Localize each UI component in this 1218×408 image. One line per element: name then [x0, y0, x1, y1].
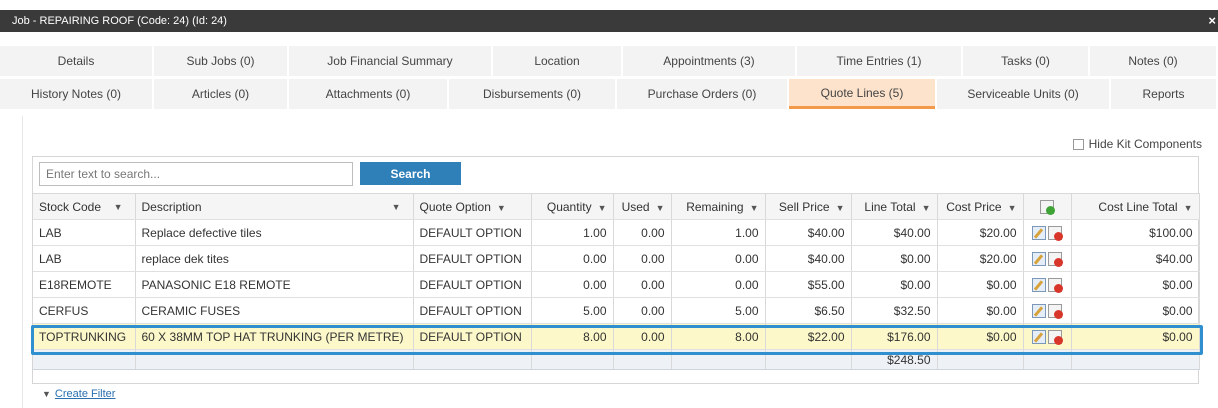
table-row[interactable]: CERFUS CERAMIC FUSES DEFAULT OPTION 5.00…	[33, 297, 1200, 324]
delete-icon[interactable]	[1048, 225, 1063, 241]
window-titlebar: Job - REPAIRING ROOF (Code: 24) (Id: 24)…	[0, 10, 1218, 32]
col-used[interactable]: Used ▼	[613, 193, 672, 220]
tab-notes[interactable]: Notes (0)	[1090, 46, 1216, 76]
filter-icon[interactable]: ▼	[1008, 203, 1017, 213]
delete-icon[interactable]	[1048, 329, 1063, 345]
table-header-row: Stock Code ▼ Description ▼ Quote Option ▼ Q…	[33, 193, 1200, 220]
tab-appointments[interactable]: Appointments (3)	[623, 46, 795, 76]
filter-icon[interactable]: ▼	[392, 202, 401, 212]
totals-row: $248.50	[33, 349, 1200, 370]
col-quote-option[interactable]: Quote Option ▼	[413, 193, 532, 220]
tab-job-financial-summary[interactable]: Job Financial Summary	[289, 46, 491, 76]
table-row[interactable]: LAB Replace defective tiles DEFAULT OPTI…	[33, 219, 1200, 246]
edit-icon[interactable]	[1032, 303, 1046, 318]
filter-icon[interactable]: ▼	[598, 203, 607, 213]
search-button[interactable]: Search	[360, 162, 461, 185]
row-actions	[1023, 271, 1072, 298]
hide-kit-checkbox[interactable]	[1072, 138, 1084, 150]
edit-icon[interactable]	[1032, 225, 1046, 240]
table-row[interactable]: LAB replace dek tites DEFAULT OPTION 0.0…	[33, 245, 1200, 272]
col-actions	[1023, 193, 1072, 220]
edit-icon[interactable]	[1032, 329, 1046, 344]
tab-quote-lines[interactable]: Quote Lines (5)	[789, 79, 935, 109]
row-actions	[1023, 245, 1072, 272]
filter-icon[interactable]: ▼	[114, 202, 123, 212]
row-actions	[1023, 323, 1072, 350]
tab-tasks[interactable]: Tasks (0)	[963, 46, 1088, 76]
hide-kit-components[interactable]: Hide Kit Components	[1072, 137, 1202, 151]
tab-disbursements[interactable]: Disbursements (0)	[449, 79, 615, 109]
col-cost-line-total[interactable]: Cost Line Total ▼	[1071, 193, 1200, 220]
col-quantity[interactable]: Quantity ▼	[531, 193, 614, 220]
table-row-selected[interactable]: TOPTRUNKING 60 X 38MM TOP HAT TRUNKING (…	[33, 323, 1200, 350]
quote-lines-table: Stock Code ▼ Description ▼ Quote Option ▼ Q…	[33, 193, 1200, 370]
col-cost-price[interactable]: Cost Price ▼	[937, 193, 1024, 220]
tab-history-notes[interactable]: History Notes (0)	[0, 79, 152, 109]
tab-details[interactable]: Details	[0, 46, 152, 76]
delete-icon[interactable]	[1048, 303, 1063, 319]
filter-icon[interactable]: ▼	[750, 203, 759, 213]
row-actions	[1023, 297, 1072, 324]
edit-icon[interactable]	[1032, 277, 1046, 292]
delete-icon[interactable]	[1048, 277, 1063, 293]
search-input[interactable]	[39, 162, 353, 186]
row-actions	[1023, 219, 1072, 246]
filter-icon: ▼	[42, 389, 51, 399]
line-total-sum: $248.50	[851, 349, 938, 370]
col-line-total[interactable]: Line Total ▼	[851, 193, 938, 220]
tab-articles[interactable]: Articles (0)	[154, 79, 287, 109]
delete-icon[interactable]	[1048, 251, 1063, 267]
window-title: Job - REPAIRING ROOF (Code: 24) (Id: 24)	[12, 15, 227, 27]
close-icon[interactable]: ×	[1208, 13, 1216, 28]
tab-time-entries[interactable]: Time Entries (1)	[797, 46, 961, 76]
tab-serviceable-units[interactable]: Serviceable Units (0)	[937, 79, 1109, 109]
filter-icon[interactable]: ▼	[922, 203, 931, 213]
tab-reports[interactable]: Reports	[1111, 79, 1216, 109]
tab-row-2: History Notes (0) Articles (0) Attachmen…	[0, 79, 1218, 109]
tab-sub-jobs[interactable]: Sub Jobs (0)	[154, 46, 287, 76]
tab-location[interactable]: Location	[493, 46, 621, 76]
col-remaining[interactable]: Remaining ▼	[671, 193, 766, 220]
filter-icon[interactable]: ▼	[1184, 203, 1193, 213]
edit-icon[interactable]	[1032, 251, 1046, 266]
tab-purchase-orders[interactable]: Purchase Orders (0)	[617, 79, 787, 109]
tab-row-1: Details Sub Jobs (0) Job Financial Summa…	[0, 46, 1218, 76]
filter-icon[interactable]: ▼	[497, 203, 506, 213]
create-filter-link[interactable]: ▼ Create Filter	[42, 388, 115, 400]
filter-icon[interactable]: ▼	[836, 203, 845, 213]
col-description[interactable]: Description ▼	[135, 193, 414, 220]
hide-kit-label: Hide Kit Components	[1088, 137, 1202, 151]
col-stock-code[interactable]: Stock Code ▼	[33, 193, 136, 220]
add-icon[interactable]	[1040, 199, 1055, 215]
tab-attachments[interactable]: Attachments (0)	[289, 79, 447, 109]
col-sell-price[interactable]: Sell Price ▼	[765, 193, 852, 220]
filter-icon[interactable]: ▼	[656, 203, 665, 213]
table-row[interactable]: E18REMOTE PANASONIC E18 REMOTE DEFAULT O…	[33, 271, 1200, 298]
